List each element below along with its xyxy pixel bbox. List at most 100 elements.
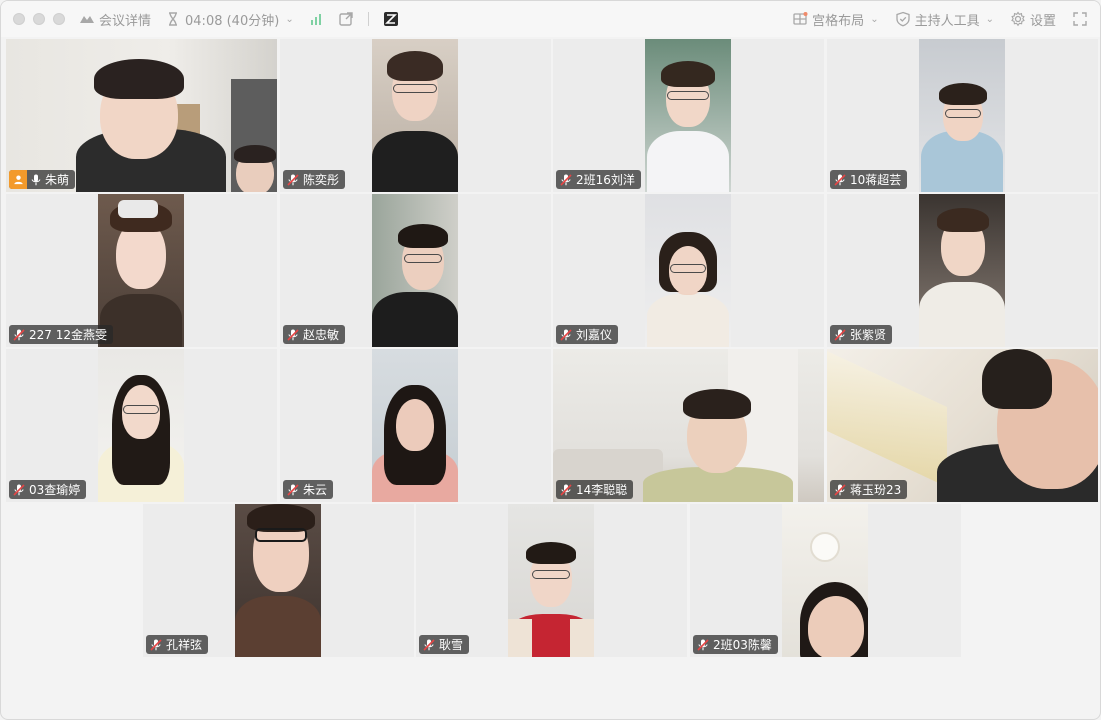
mic-muted-icon — [13, 328, 25, 341]
mic-muted-icon — [834, 328, 846, 341]
chevron-down-icon: ⌄ — [870, 13, 879, 25]
app-logo-button[interactable] — [383, 11, 399, 27]
minimize-window-button[interactable] — [33, 13, 45, 25]
participant-name: 孔祥弦 — [166, 638, 203, 652]
participant-tile[interactable]: 朱云 — [280, 349, 551, 502]
person-hair-image — [387, 51, 443, 81]
participant-name-bar: 刘嘉仪 — [556, 325, 619, 344]
person-hair-image — [683, 389, 751, 419]
meeting-window: 会议详情 04:08 (40分钟) ⌄ 宫格布局 ⌄ 主持人工具 ⌄ 设置 朱萌… — [0, 0, 1101, 720]
mic-muted-icon — [423, 638, 435, 651]
participant-name: 03查瑜婷 — [29, 483, 81, 497]
participant-name-bar: 14李聪聪 — [556, 480, 634, 499]
mic-muted-icon — [834, 483, 846, 496]
participant-tile[interactable]: 张紫贤 — [827, 194, 1098, 347]
participant-name: 朱萌 — [45, 173, 70, 187]
participant-name: 赵忠敏 — [303, 328, 340, 342]
participant-name: 2班03陈馨 — [713, 638, 772, 652]
fullscreen-button[interactable] — [1072, 11, 1088, 27]
coat-right-image — [570, 619, 594, 657]
participant-tile[interactable]: 朱萌 — [6, 39, 277, 192]
person-hair-image — [526, 542, 576, 564]
participant-name: 刘嘉仪 — [576, 328, 613, 342]
participant-tile[interactable]: 赵忠敏 — [280, 194, 551, 347]
participant-name: 张紫贤 — [850, 328, 887, 342]
settings-button[interactable]: 设置 — [1010, 10, 1056, 29]
participant-tile[interactable]: 孔祥弦 — [143, 504, 414, 657]
signal-bars-icon — [310, 14, 321, 25]
participant-tile[interactable]: 03查瑜婷 — [6, 349, 277, 502]
participant-video — [235, 504, 321, 657]
participant-video — [919, 194, 1005, 347]
glasses-image — [123, 405, 159, 414]
participant-name: 10蒋超芸 — [850, 173, 902, 187]
close-window-button[interactable] — [13, 13, 25, 25]
participant-name-bar: 赵忠敏 — [283, 325, 346, 344]
participant-name-bar: 耿雪 — [419, 635, 470, 654]
maximize-window-button[interactable] — [53, 13, 65, 25]
participant-tile[interactable]: 10蒋超芸 — [827, 39, 1098, 192]
participant-name-bar: 孔祥弦 — [146, 635, 209, 654]
person-face-image — [808, 596, 864, 657]
participant-name-bar: 10蒋超芸 — [830, 170, 908, 189]
hair-roller-image — [118, 200, 158, 218]
participant-name-bar: 朱云 — [283, 480, 334, 499]
participant-tile[interactable]: 14李聪聪 — [553, 349, 824, 502]
person-body-image — [919, 282, 1005, 347]
grid-layout-label: 宫格布局 — [812, 13, 865, 29]
participant-tile[interactable]: 陈奕彤 — [280, 39, 551, 192]
person-hair-image — [398, 224, 448, 248]
microphone-icon — [31, 174, 41, 185]
participant-tile[interactable]: 耿雪 — [416, 504, 687, 657]
participant-tile[interactable]: 刘嘉仪 — [553, 194, 824, 347]
glasses-image — [945, 109, 981, 118]
meeting-details-button[interactable]: 会议详情 — [79, 10, 151, 29]
chevron-down-icon: ⌄ — [985, 13, 994, 25]
grid-layout-button[interactable]: 宫格布局 ⌄ — [792, 10, 879, 29]
participant-name: 耿雪 — [439, 638, 464, 652]
fullscreen-icon — [1073, 12, 1087, 26]
participant-tile[interactable]: 2班03陈馨 — [690, 504, 961, 657]
mic-muted-icon — [150, 638, 162, 651]
participant-video — [645, 39, 731, 192]
participant-video — [372, 39, 458, 192]
participant-video — [919, 39, 1005, 192]
person-hair-image — [939, 83, 987, 105]
glasses-image — [670, 264, 706, 273]
participant-name-bar: 2班03陈馨 — [693, 635, 778, 654]
person-body-image — [372, 292, 458, 347]
host-tools-button[interactable]: 主持人工具 ⌄ — [895, 10, 994, 29]
share-external-icon — [339, 12, 353, 26]
mic-muted-icon — [560, 328, 572, 341]
participant-video — [372, 349, 458, 502]
grid-layout-icon — [793, 12, 808, 25]
participant-name-bar: 227 12金燕雯 — [9, 325, 113, 344]
participant-tile[interactable]: 2班16刘洋 — [553, 39, 824, 192]
mic-muted-icon — [287, 328, 299, 341]
title-bar: 会议详情 04:08 (40分钟) ⌄ 宫格布局 ⌄ 主持人工具 ⌄ 设置 — [1, 1, 1100, 37]
participant-name-bar: 陈奕彤 — [283, 170, 346, 189]
participant-tile[interactable]: 227 12金燕雯 — [6, 194, 277, 347]
mic-muted-icon — [697, 638, 709, 651]
tencent-meeting-logo-icon — [80, 16, 94, 23]
participant-name-bar: 张紫贤 — [830, 325, 893, 344]
person-face-image — [396, 399, 434, 451]
signal-indicator[interactable] — [308, 11, 324, 27]
window-controls — [13, 13, 65, 25]
glasses-image — [667, 91, 709, 100]
mic-muted-icon — [560, 173, 572, 186]
participant-name: 陈奕彤 — [303, 173, 340, 187]
participant-video — [98, 194, 184, 347]
participant-tile[interactable]: 蒋玉玢23 — [827, 349, 1098, 502]
gear-icon — [1011, 11, 1025, 27]
share-button[interactable] — [338, 11, 354, 27]
settings-label: 设置 — [1029, 13, 1056, 29]
person-body-image — [647, 294, 729, 347]
participant-name: 朱云 — [303, 483, 328, 497]
participant-name: 227 12金燕雯 — [29, 328, 107, 342]
hourglass-icon — [169, 12, 178, 26]
meeting-timer[interactable]: 04:08 (40分钟) ⌄ — [165, 10, 294, 29]
chevron-down-icon: ⌄ — [285, 13, 294, 25]
mic-muted-icon — [560, 483, 572, 496]
participant-name-bar: 蒋玉玢23 — [830, 480, 908, 499]
